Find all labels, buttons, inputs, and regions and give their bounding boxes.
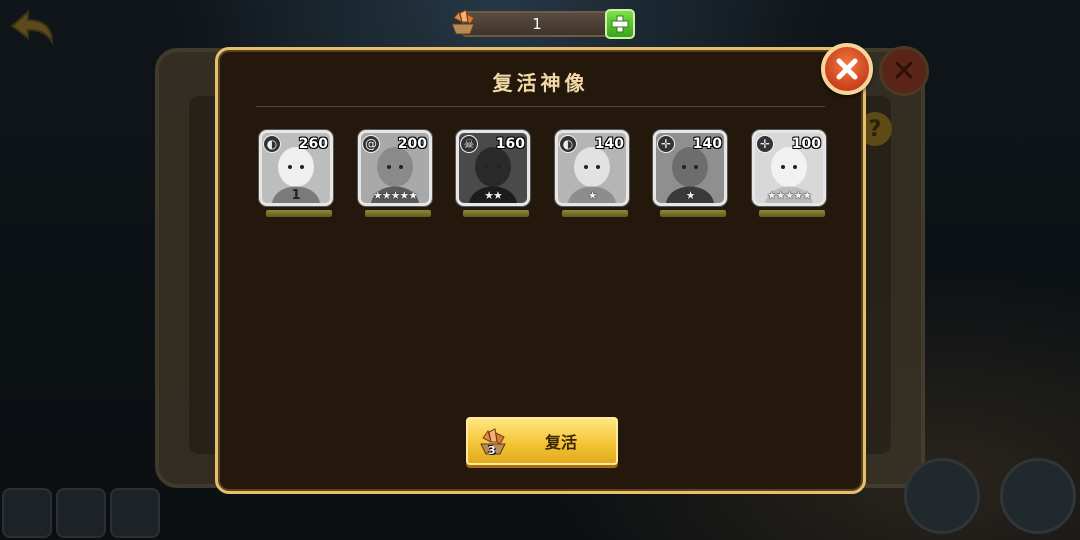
hero-portrait: ◐ 140 ★ [555,130,629,206]
hero-level: 140 [692,136,722,152]
hero-level: 200 [397,136,427,152]
hero-portrait: ✛ 100 ★★★★★ [752,130,826,206]
hero-portrait: ◐ 260 1 [259,130,333,206]
revive-cost: 3 [488,444,496,457]
hero-portrait: ✛ 140 ★ [653,130,727,206]
hero-level: 140 [594,136,624,152]
dark-element-icon: ☠ [460,135,478,153]
currency-bar: 1 [448,6,638,40]
hero-tier: 1 [291,188,301,203]
light-element-icon: ✛ [756,135,774,153]
hero-card[interactable]: ◐ 260 1 [259,130,335,220]
hero-hp-bar [365,210,431,217]
hero-card[interactable]: ☠ 160 ★★ [456,130,532,220]
hero-stars: ★★★★★ [372,189,418,202]
background-close-icon: ✕ [879,46,929,96]
hero-hp-bar [562,210,628,217]
background-hero-button [904,458,980,534]
revive-button-label: 复活 [544,433,577,452]
hero-stars: ★★ [484,189,503,202]
close-button[interactable] [821,43,873,95]
revive-statue-dialog: 复活神像 ◐ 260 1 @200 ★★★★★ ☠ 160 ★★ ◐ 140 ★ ✛ 140 ★ ✛ 100 ★… [215,47,866,494]
hero-portrait: @200 ★★★★★ [358,130,432,206]
revive-button[interactable]: 3 复活 [466,417,618,465]
hero-hp-bar [463,210,529,217]
background-slot [56,488,106,538]
hero-hp-bar [660,210,726,217]
hero-level: 100 [791,136,821,152]
hero-hp-bar [266,210,332,217]
plus-icon [611,15,629,33]
hero-card[interactable]: ✛ 140 ★ [653,130,729,220]
back-arrow-icon[interactable] [8,8,56,48]
crystal-shard-icon [451,9,475,35]
hero-portrait: ☠ 160 ★★ [456,130,530,206]
dialog-title: 复活神像 [492,71,589,95]
currency-amount: 1 [462,11,612,37]
water-element-icon: ◐ [263,135,281,153]
hero-level: 260 [298,136,328,152]
background-chest-button [1000,458,1076,534]
hero-hp-bar [759,210,825,217]
hero-list: ◐ 260 1 @200 ★★★★★ ☠ 160 ★★ ◐ 140 ★ ✛ 140 ★ ✛ 100 ★★★★★ [259,130,839,220]
add-currency-button[interactable] [605,9,635,39]
title-divider [256,106,825,107]
close-x-icon [836,58,858,80]
water-element-icon: ◐ [559,135,577,153]
background-slot [110,488,160,538]
wind-element-icon: @ [362,135,380,153]
hero-stars: ★★★★★ [766,189,812,202]
hero-stars: ★ [587,189,598,202]
hero-card[interactable]: @200 ★★★★★ [358,130,434,220]
hero-level: 160 [495,136,525,152]
background-slot [2,488,52,538]
light-element-icon: ✛ [657,135,675,153]
hero-stars: ★ [685,189,696,202]
hero-card[interactable]: ✛ 100 ★★★★★ [752,130,828,220]
hero-card[interactable]: ◐ 140 ★ [555,130,631,220]
